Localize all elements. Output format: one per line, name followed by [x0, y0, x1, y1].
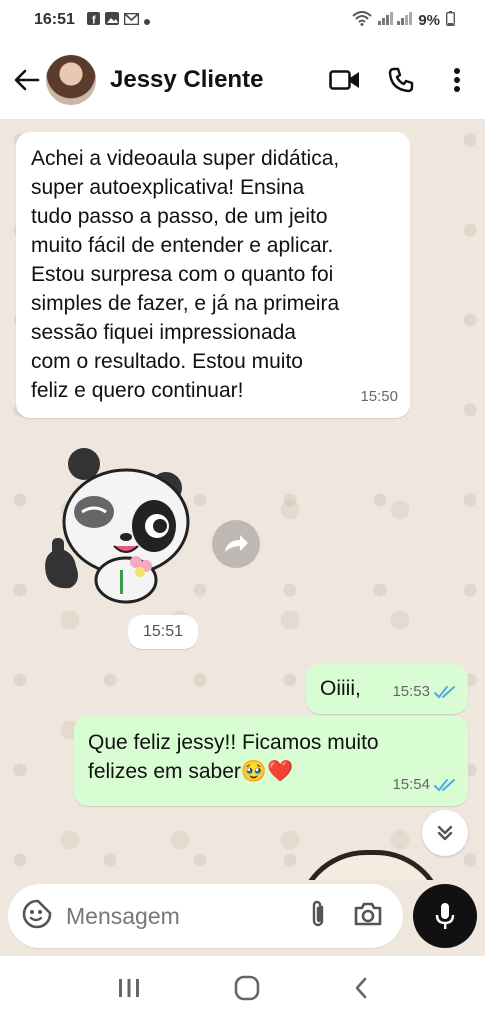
system-nav-bar [0, 956, 485, 1024]
scroll-to-bottom-button[interactable] [422, 810, 468, 856]
avatar[interactable] [46, 54, 96, 105]
phone-icon [388, 67, 414, 92]
battery-level: 9% [418, 11, 440, 29]
header-actions [317, 52, 485, 108]
sticker-time: 15:51 [128, 615, 198, 649]
more-options-button[interactable] [429, 52, 485, 108]
signal-icon [378, 11, 413, 29]
message-input-container[interactable]: Mensagem [8, 884, 403, 948]
microphone-icon [435, 903, 455, 929]
attach-button[interactable] [309, 899, 327, 934]
sticker-icon [22, 899, 52, 928]
sticker-button[interactable] [22, 899, 52, 934]
battery-icon [445, 10, 455, 30]
dot-icon [143, 13, 150, 28]
forward-button[interactable] [212, 520, 260, 568]
message-text: Oiiii, [320, 677, 361, 700]
recent-apps-button[interactable] [117, 977, 141, 1004]
input-bar: Mensagem [0, 880, 485, 952]
gallery-icon [104, 12, 119, 28]
chevron-left-icon [355, 977, 366, 998]
wifi-icon [352, 10, 372, 30]
status-bar: 16:51 f 9% [0, 0, 485, 40]
forward-icon [225, 535, 248, 552]
recent-apps-icon [118, 978, 139, 997]
panda-sticker[interactable] [34, 442, 194, 606]
double-chevron-down-icon [437, 825, 453, 841]
message-time: 15:53 [392, 683, 430, 700]
message-time: 15:54 [392, 776, 430, 793]
back-nav-button[interactable] [353, 976, 369, 1005]
status-right: 9% [352, 10, 455, 30]
more-vertical-icon [454, 67, 460, 92]
message-text: Achei a videoaula super didática, super … [31, 147, 340, 402]
video-call-button[interactable] [317, 52, 373, 108]
message-bubble-outgoing[interactable]: Que feliz jessy!! Ficamos muito felizes … [74, 716, 468, 806]
chat-header: Jessy Cliente [0, 40, 485, 120]
svg-text:f: f [92, 15, 96, 26]
double-check-icon [434, 778, 455, 791]
voice-message-button[interactable] [413, 884, 477, 948]
message-meta: 15:53 [392, 677, 456, 706]
chat-area[interactable]: Achei a videoaula super didática, super … [0, 120, 485, 880]
input-tools [309, 899, 383, 934]
camera-button[interactable] [353, 901, 383, 932]
message-input[interactable]: Mensagem [66, 903, 180, 930]
contact-name[interactable]: Jessy Cliente [110, 66, 263, 94]
message-bubble-incoming[interactable]: Achei a videoaula super didática, super … [16, 132, 410, 418]
back-button[interactable] [4, 57, 50, 103]
arrow-left-icon [14, 69, 40, 90]
double-check-icon [434, 685, 455, 698]
message-meta: 15:54 [392, 770, 456, 799]
notification-icons: f [86, 12, 150, 28]
voice-call-button[interactable] [373, 52, 429, 108]
home-button[interactable] [234, 975, 260, 1006]
home-icon [234, 975, 259, 1000]
status-time: 16:51 [34, 11, 75, 28]
facebook-icon: f [86, 12, 100, 28]
partial-sticker [296, 850, 446, 880]
camera-icon [354, 902, 382, 925]
video-camera-icon [329, 69, 359, 90]
panda-sticker-image [45, 448, 190, 604]
gmail-icon [123, 12, 140, 28]
message-time: 15:50 [360, 388, 398, 405]
paperclip-icon [312, 900, 324, 926]
message-bubble-outgoing[interactable]: Oiiii, 15:53 [306, 664, 468, 714]
